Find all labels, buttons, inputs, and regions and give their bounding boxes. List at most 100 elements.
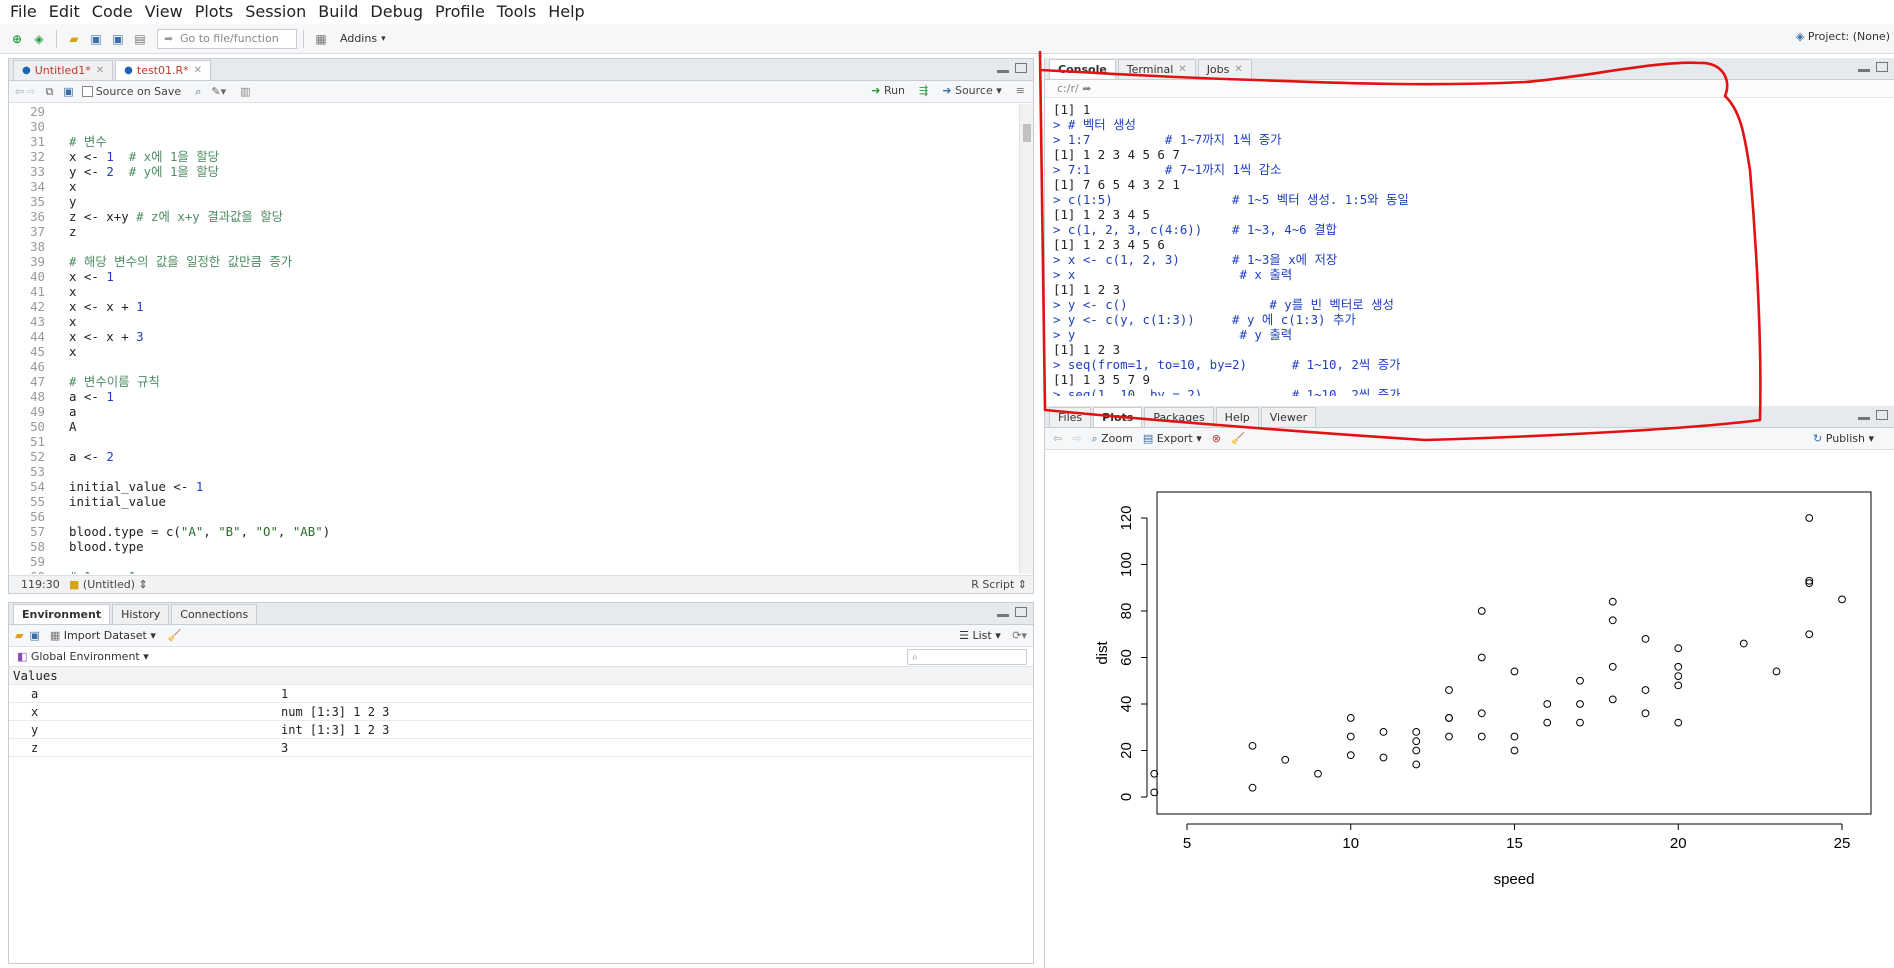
menu-code[interactable]: Code xyxy=(86,0,139,24)
code-line[interactable]: 30 xyxy=(9,119,1015,134)
env-row[interactable]: x num [1:3] 1 2 3 xyxy=(9,703,1033,721)
tab-packages[interactable]: Packages xyxy=(1144,407,1214,427)
code-line[interactable]: 32 x <- 1 # x에 1을 할당 xyxy=(9,149,1015,164)
tab-environment[interactable]: Environment xyxy=(13,604,111,624)
minimize-icon[interactable] xyxy=(1858,417,1870,420)
save-all-icon[interactable]: ▣ xyxy=(110,31,126,47)
menu-profile[interactable]: Profile xyxy=(429,0,491,24)
code-line[interactable]: 58 blood.type xyxy=(9,539,1015,554)
save-icon[interactable]: ▣ xyxy=(88,31,104,47)
project-menu[interactable]: ◈ Project: (None) xyxy=(1796,30,1890,43)
code-line[interactable]: 59 xyxy=(9,554,1015,569)
menu-session[interactable]: Session xyxy=(239,0,312,24)
menu-build[interactable]: Build xyxy=(312,0,364,24)
editor-scrollbar[interactable] xyxy=(1019,104,1033,574)
back-icon[interactable]: ⇦ xyxy=(1053,432,1062,445)
open-folder-icon[interactable]: ▰ xyxy=(66,31,82,47)
source-button[interactable]: ➜ Source ▾ xyxy=(942,84,1002,97)
tab-help[interactable]: Help xyxy=(1215,407,1259,427)
tab-viewer[interactable]: Viewer xyxy=(1260,407,1317,427)
console-output[interactable]: [1] 1 > # 벡터 생성 > 1:7 # 1~7까지 1씩 증가 [1] 1 2… xyxy=(1053,102,1883,396)
tab-untitled1[interactable]: ● Untitled1* ✕ xyxy=(13,60,114,81)
code-line[interactable]: 47 # 변수이름 규칙 xyxy=(9,374,1015,389)
code-line[interactable]: 34 x xyxy=(9,179,1015,194)
tab-connections[interactable]: Connections xyxy=(171,604,258,624)
tab-files[interactable]: Files xyxy=(1049,407,1092,427)
run-button[interactable]: ➜ Run xyxy=(871,84,905,97)
show-in-window-icon[interactable]: ⧉ xyxy=(45,85,53,99)
code-line[interactable]: 39 # 해당 변수의 값을 일정한 값만큼 증가 xyxy=(9,254,1015,269)
code-line[interactable]: 56 xyxy=(9,509,1015,524)
code-tools-icon[interactable]: ✎▾ xyxy=(211,85,226,98)
code-line[interactable]: 38 xyxy=(9,239,1015,254)
load-workspace-icon[interactable]: ▰ xyxy=(15,629,23,642)
tab-terminal[interactable]: Terminal ✕ xyxy=(1117,59,1196,80)
code-line[interactable]: 29 xyxy=(9,104,1015,119)
remove-plot-icon[interactable]: ⊗ xyxy=(1212,432,1221,445)
menu-edit[interactable]: Edit xyxy=(43,0,86,24)
maximize-icon[interactable] xyxy=(1015,607,1027,617)
menu-tools[interactable]: Tools xyxy=(491,0,542,24)
rerun-button[interactable]: ⇶ xyxy=(919,84,928,97)
clear-broom-icon[interactable]: 🧹 xyxy=(168,629,182,642)
menu-view[interactable]: View xyxy=(139,0,189,24)
list-view-button[interactable]: ☰ List ▾ xyxy=(959,629,1001,642)
outline-icon[interactable]: ▥ xyxy=(240,85,250,98)
tab-jobs[interactable]: Jobs ✕ xyxy=(1197,59,1252,80)
env-row[interactable]: z3 xyxy=(9,739,1033,757)
close-icon[interactable]: ✕ xyxy=(194,61,202,81)
minimize-icon[interactable] xyxy=(997,614,1009,617)
code-line[interactable]: 43 x xyxy=(9,314,1015,329)
menu-file[interactable]: File xyxy=(4,0,43,24)
tab-plots[interactable]: Plots xyxy=(1093,407,1143,427)
close-icon[interactable]: ✕ xyxy=(96,61,104,81)
maximize-icon[interactable] xyxy=(1876,62,1888,72)
goto-file-input[interactable]: ➦ Go to file/function xyxy=(157,28,297,49)
code-line[interactable]: 60# 1a <- 1 xyxy=(9,569,1015,574)
global-env-selector[interactable]: ◧ Global Environment ▾ xyxy=(17,650,149,663)
code-line[interactable]: 51 xyxy=(9,434,1015,449)
scrollbar-thumb[interactable] xyxy=(1023,124,1031,142)
source-on-save-checkbox[interactable] xyxy=(81,86,93,97)
code-line[interactable]: 54 initial_value <- 1 xyxy=(9,479,1015,494)
file-type-selector[interactable]: R Script ⇕ xyxy=(971,576,1027,593)
scope-selector[interactable]: ■ (Untitled) ⇕ xyxy=(69,576,148,593)
code-line[interactable]: 48 a <- 1 xyxy=(9,389,1015,404)
tab-history[interactable]: History xyxy=(112,604,170,624)
env-row[interactable]: a1 xyxy=(9,685,1033,703)
publish-button[interactable]: ↻ Publish ▾ xyxy=(1813,432,1874,445)
forward-icon[interactable]: ⇨ xyxy=(1072,432,1081,445)
new-file-icon[interactable]: ⊕ xyxy=(9,31,25,47)
code-line[interactable]: 55 initial_value xyxy=(9,494,1015,509)
env-row[interactable]: y int [1:3] 1 2 3 xyxy=(9,721,1033,739)
code-line[interactable]: 41 x xyxy=(9,284,1015,299)
addins-menu[interactable]: Addins xyxy=(340,32,377,45)
code-line[interactable]: 37 z xyxy=(9,224,1015,239)
code-line[interactable]: 35 y xyxy=(9,194,1015,209)
code-line[interactable]: 46 xyxy=(9,359,1015,374)
menu-plots[interactable]: Plots xyxy=(189,0,240,24)
minimize-icon[interactable] xyxy=(997,70,1009,73)
grid-layout-icon[interactable]: ▦ xyxy=(313,31,329,47)
close-icon[interactable]: ✕ xyxy=(1234,60,1242,80)
code-line[interactable]: 33 y <- 2 # y에 1을 할당 xyxy=(9,164,1015,179)
import-dataset-button[interactable]: ▦ Import Dataset ▾ xyxy=(50,629,156,642)
close-icon[interactable]: ✕ xyxy=(1178,60,1186,80)
maximize-icon[interactable] xyxy=(1876,410,1888,420)
minimize-icon[interactable] xyxy=(1858,69,1870,72)
menu-debug[interactable]: Debug xyxy=(364,0,429,24)
export-button[interactable]: ▤ Export ▾ xyxy=(1143,432,1202,445)
code-line[interactable]: 40 x <- 1 xyxy=(9,269,1015,284)
code-line[interactable]: 36 z <- x+y # z에 x+y 결과값을 할당 xyxy=(9,209,1015,224)
code-line[interactable]: 45 x xyxy=(9,344,1015,359)
code-line[interactable]: 52 a <- 2 xyxy=(9,449,1015,464)
forward-icon[interactable]: ⇨ xyxy=(26,85,35,98)
env-search-input[interactable]: ⌕ xyxy=(907,649,1027,665)
go-to-dir-icon[interactable]: ➦ xyxy=(1082,82,1091,95)
code-line[interactable]: 49 a xyxy=(9,404,1015,419)
code-line[interactable]: 31 # 변수 xyxy=(9,134,1015,149)
refresh-icon[interactable]: ⟳▾ xyxy=(1012,629,1027,642)
code-line[interactable]: 50 A xyxy=(9,419,1015,434)
search-icon[interactable]: ⌕ xyxy=(195,85,201,99)
new-project-icon[interactable]: ◈ xyxy=(31,31,47,47)
